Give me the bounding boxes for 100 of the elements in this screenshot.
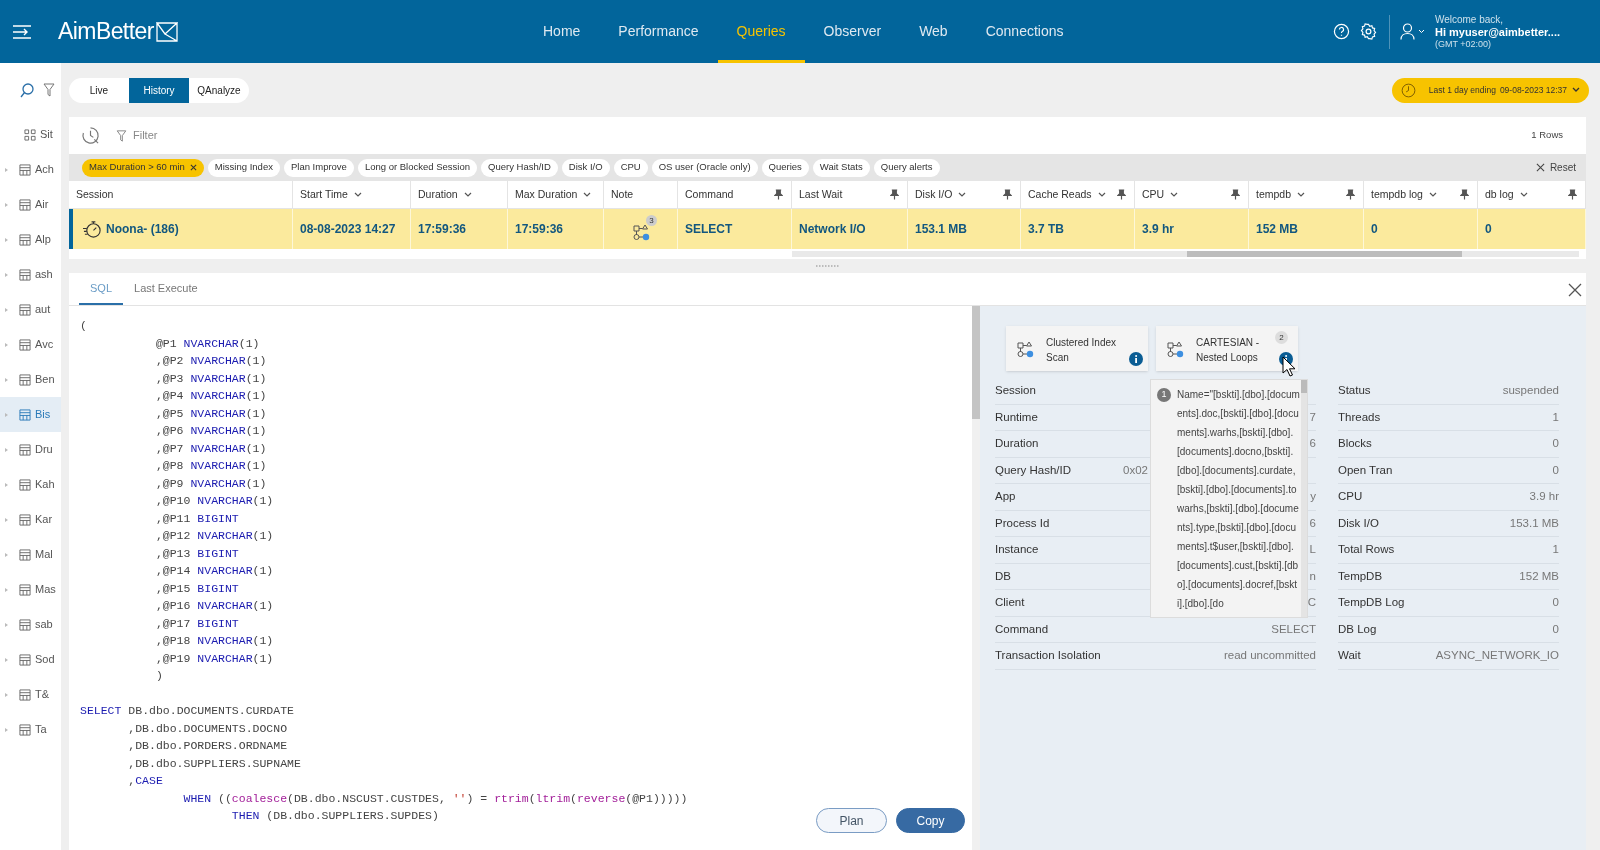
scrollbar-track[interactable] [792, 251, 1579, 257]
nav-link[interactable]: Queries [717, 0, 805, 63]
filter-label[interactable]: Filter [133, 127, 158, 144]
chevron-down-icon[interactable] [1428, 191, 1437, 198]
column-header[interactable]: Start Time [293, 181, 411, 208]
nav-link[interactable]: Connections [966, 0, 1083, 63]
filter-chip[interactable]: Plan Improve [283, 158, 354, 177]
pin-icon[interactable] [774, 189, 783, 200]
chevron-down-icon[interactable] [1519, 191, 1528, 198]
plan-node-card[interactable]: CARTESIAN - Nested Loops 2 [1156, 326, 1298, 371]
table-row[interactable]: Noona- (186) 08-08-2023 14:27 17:59:36 17:59:36 3 SELECT Network I/O 153.1 MB 3.7 TB 3.9 hr 152 MB 0 0 [69, 209, 1586, 249]
scrollbar-thumb[interactable] [972, 306, 980, 419]
sidebar-item[interactable]: Kar [0, 502, 61, 537]
nav-link[interactable]: Web [900, 0, 967, 63]
sidebar-item[interactable]: Mal [0, 537, 61, 572]
filter-chip[interactable]: Max Duration > 60 min [82, 158, 204, 177]
pin-icon[interactable] [1346, 189, 1355, 200]
filter-chip[interactable]: OS user (Oracle only) [651, 158, 758, 177]
time-range-picker[interactable]: Last 1 day ending 09-08-2023 12:37 [1391, 77, 1589, 103]
help-icon[interactable] [1332, 23, 1350, 40]
column-header[interactable]: Command [678, 181, 792, 208]
pin-icon[interactable] [1231, 189, 1240, 200]
sidebar-item[interactable]: Ta [0, 712, 61, 747]
chevron-down-icon[interactable] [1297, 191, 1306, 198]
plan-node-card[interactable]: Clustered Index Scan [1006, 326, 1148, 371]
caret-icon[interactable] [1417, 29, 1425, 34]
scrollbar-track[interactable] [1301, 380, 1307, 617]
column-header[interactable]: Note [604, 181, 678, 208]
filter-chip[interactable]: Queries [761, 158, 809, 177]
nav-link[interactable]: Home [524, 0, 600, 63]
info-icon[interactable] [1129, 352, 1143, 366]
filter-chip[interactable]: Long or Blocked Session [357, 158, 477, 177]
scrollbar-thumb[interactable] [1187, 251, 1462, 257]
filter-chip[interactable]: CPU [613, 158, 648, 177]
nav-link[interactable]: Performance [599, 0, 718, 63]
menu-icon[interactable] [12, 23, 32, 40]
sidebar-item[interactable]: ash [0, 257, 61, 292]
pin-icon[interactable] [890, 189, 899, 200]
session-name[interactable]: Noona- (186) [106, 220, 179, 238]
sidebar-item[interactable]: Sod [0, 642, 61, 677]
reset-button[interactable]: Reset [1535, 160, 1576, 175]
close-icon[interactable] [189, 164, 197, 171]
mode-tab[interactable]: History [129, 77, 189, 103]
column-header[interactable]: tempdb [1249, 181, 1364, 208]
column-header[interactable]: Last Wait [792, 181, 908, 208]
column-header[interactable]: Disk I/O [908, 181, 1021, 208]
chevron-down-icon[interactable] [583, 191, 592, 198]
pin-icon[interactable] [1568, 189, 1577, 200]
nav-link[interactable]: Observer [804, 0, 901, 63]
column-header[interactable]: Cache Reads [1021, 181, 1135, 208]
sidebar-item[interactable]: Avc [0, 327, 61, 362]
filter-icon[interactable] [116, 129, 127, 142]
filter-chip[interactable]: Missing Index [207, 158, 280, 177]
sidebar-item[interactable]: Ben [0, 362, 61, 397]
chevron-down-icon[interactable] [1170, 191, 1179, 198]
column-header[interactable]: tempdb log [1364, 181, 1478, 208]
column-header[interactable]: Session [69, 181, 293, 208]
filter-chip[interactable]: Disk I/O [561, 158, 610, 177]
copy-button[interactable]: Copy [896, 808, 965, 833]
history-icon[interactable] [81, 126, 100, 145]
column-header[interactable]: Duration [411, 181, 508, 208]
chevron-down-icon[interactable] [958, 191, 967, 198]
sidebar-item[interactable]: aut [0, 292, 61, 327]
pin-icon[interactable] [1460, 189, 1469, 200]
pin-icon[interactable] [1117, 189, 1126, 200]
column-header[interactable]: Max Duration [508, 181, 604, 208]
pin-icon[interactable] [1003, 189, 1012, 200]
plan-button[interactable]: Plan [816, 808, 887, 833]
scrollbar-thumb[interactable] [1301, 380, 1307, 393]
close-icon[interactable] [1568, 283, 1582, 297]
code-line: ,@P6 NVARCHAR(1) [154, 423, 267, 439]
sidebar-item[interactable]: Ach [0, 152, 61, 187]
sidebar-item[interactable]: Alp [0, 222, 61, 257]
filter-chip[interactable]: Query Hash/ID [481, 158, 558, 177]
user-icon[interactable] [1399, 23, 1415, 40]
sidebar-item[interactable]: sab [0, 607, 61, 642]
sidebar-item[interactable]: Air [0, 187, 61, 222]
sidebar-item[interactable]: Bis [0, 397, 61, 432]
resize-handle[interactable] [814, 264, 841, 268]
chevron-down-icon[interactable] [353, 191, 362, 198]
sidebar-item[interactable]: Kah [0, 467, 61, 502]
filter-chip[interactable]: Query alerts [873, 158, 940, 177]
mode-tab[interactable]: QAnalyze [189, 77, 249, 103]
filter-chip[interactable]: Wait Stats [812, 158, 870, 177]
column-header[interactable]: db log [1478, 181, 1586, 208]
search-icon[interactable] [20, 82, 34, 98]
filter-icon[interactable] [43, 83, 55, 97]
scrollbar-track[interactable] [972, 306, 980, 850]
sidebar-item[interactable]: Mas [0, 572, 61, 607]
user-name[interactable]: Hi myuser@aimbetter.... [1434, 25, 1560, 38]
sidebar-item[interactable]: Sit [0, 117, 61, 152]
mode-tab[interactable]: Live [69, 77, 129, 103]
sidebar-item[interactable]: Dru [0, 432, 61, 467]
column-header[interactable]: CPU [1135, 181, 1249, 208]
detail-tab[interactable]: Last Execute [123, 273, 209, 305]
sidebar-label: Bis [35, 407, 51, 423]
chevron-down-icon[interactable] [463, 191, 472, 198]
chevron-down-icon[interactable] [1097, 191, 1106, 198]
sidebar-item[interactable]: T& [0, 677, 61, 712]
settings-icon[interactable] [1359, 23, 1377, 40]
